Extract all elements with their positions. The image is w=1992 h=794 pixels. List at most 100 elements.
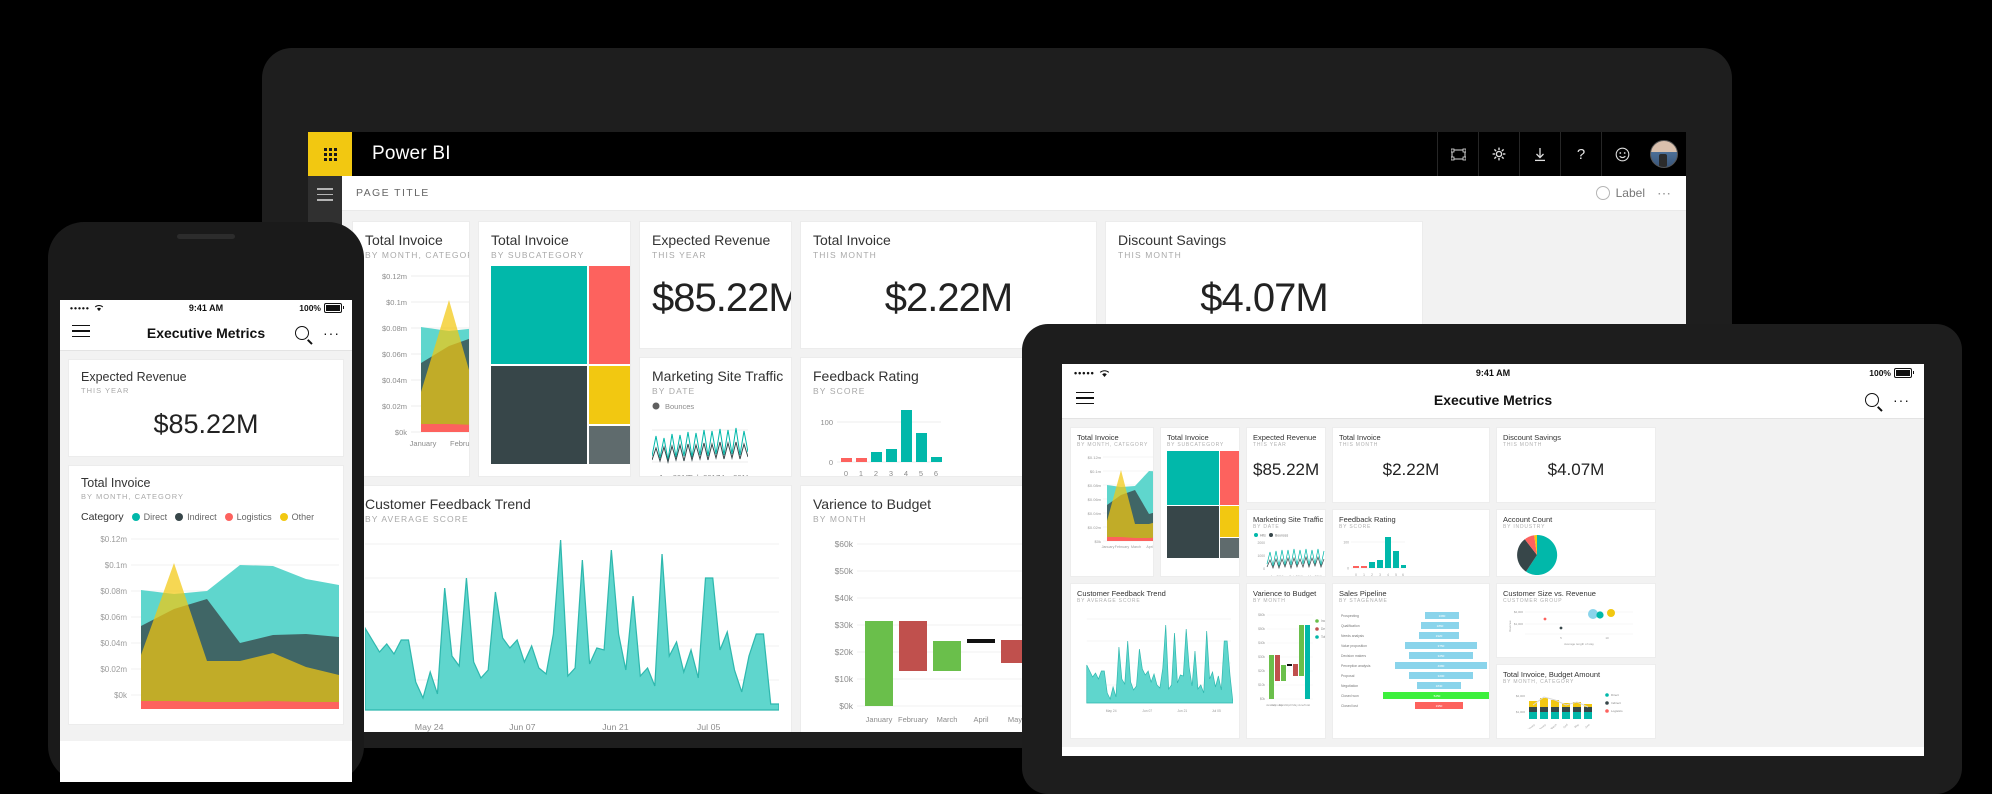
pie-chart [1517,534,1558,575]
tile-total-invoice-budget-amount[interactable]: Total Invoice, Budget Amount BY MONTH, C… [1496,664,1656,739]
svg-text:$0k: $0k [395,428,407,437]
tile-title: Customer Size vs. Revenue [1503,589,1596,598]
wifi-icon [94,305,104,312]
tile-total-invoice-area[interactable]: Total Invoice BY MONTH, CATEGORY $0.12m $… [352,221,470,477]
app-launcher-icon[interactable] [308,132,352,176]
svg-text:Bounces: Bounces [1275,534,1288,538]
download-icon[interactable] [1519,132,1560,176]
kpi-value: $2.22M [1382,460,1440,479]
svg-text:$0.06m: $0.06m [382,350,407,359]
svg-text:$0.1m: $0.1m [1090,469,1102,474]
tile-total-invoice-area[interactable]: Total Invoice BY MONTH, CATEGORY Categor… [68,465,344,725]
svg-text:Jun 07: Jun 07 [1142,709,1152,713]
tile-total-invoice-area[interactable]: Total Invoice BY MONTH, CATEGORY $0.12m $… [1070,427,1154,577]
settings-gear-icon[interactable] [1478,132,1519,176]
tile-expected-revenue[interactable]: Expected Revenue THIS YEAR $85.22M [1246,427,1326,503]
tile-title: Total Invoice [813,232,891,248]
line-chart: Hits Bounces 2000 1000 0 Jan 2016 Feb 2016 M… [1254,533,1325,577]
svg-text:April: April [973,715,988,724]
svg-text:0: 0 [844,469,848,477]
kpi-value: $85.22M [1253,460,1320,479]
svg-text:2: 2 [874,469,878,477]
tile-marketing-site-traffic[interactable]: Marketing Site Traffic BY DATE Bounces J… [639,357,792,477]
legend-item-direct[interactable]: Direct [131,512,167,522]
svg-text:3200: 3200 [1438,674,1445,678]
signal-dots-icon: ••••• [70,303,90,313]
tile-marketing-site-traffic[interactable]: Marketing Site Traffic BY DATE Hits Boun… [1246,509,1326,577]
tile-expected-revenue[interactable]: Expected Revenue THIS YEAR $85.22M [68,359,344,457]
svg-text:100: 100 [820,418,833,427]
more-options-icon[interactable]: ··· [1893,392,1910,408]
tile-subtitle: CUSTOMER GROUP [1503,598,1563,604]
tile-subtitle: BY MONTH, CATEGORY [1503,679,1575,685]
tile-expected-revenue[interactable]: Expected Revenue THIS YEAR $85.22M [639,221,792,349]
tile-customer-feedback-trend[interactable]: Customer Feedback Trend BY AVERAGE SCORE… [352,485,792,732]
tile-total-invoice-month[interactable]: Total Invoice THIS MONTH $2.22M [1332,427,1490,503]
svg-text:Value proposition: Value proposition [1341,644,1367,648]
tile-title: Total Invoice [491,232,569,248]
svg-text:6: 6 [934,469,938,477]
svg-text:Jul 05: Jul 05 [1212,709,1221,713]
tablet-right-column: Customer Size vs. Revenue CUSTOMER GROUP… [1496,583,1656,739]
svg-text:February: February [450,439,470,448]
tile-title: Discount Savings [1503,433,1561,442]
tile-title: Feedback Rating [1339,515,1396,524]
label-toggle[interactable]: Label [1595,186,1645,200]
tile-customer-size-vs-revenue[interactable]: Customer Size vs. Revenue CUSTOMER GROUP… [1496,583,1656,658]
tile-account-count[interactable]: Account Count BY INDUSTRY [1496,509,1656,577]
phone-navbar: Executive Metrics ··· [60,316,352,351]
stacked-bar-chart: $2,000$1,000 January February March Apri… [1516,693,1623,732]
svg-text:Hits: Hits [1260,534,1266,538]
tile-title: Total Invoice [1339,433,1381,442]
svg-text:1: 1 [859,469,863,477]
svg-text:Prospecting: Prospecting [1341,614,1359,618]
tile-sales-pipeline[interactable]: Sales Pipeline BY STAGENAME Prospecting Q… [1332,583,1490,739]
svg-text:Increase: Increase [1321,619,1326,623]
tile-subtitle: THIS MONTH [1503,442,1543,448]
svg-text:March: March [937,715,958,724]
tile-discount-savings[interactable]: Discount Savings THIS MONTH $4.07M [1496,427,1656,503]
phone-powerbi-screen: ••••• 9:41 AM 100% Executive Metrics ···… [60,300,352,782]
svg-text:$50k: $50k [835,566,854,576]
tile-customer-feedback-trend[interactable]: Customer Feedback Trend BY AVERAGE SCORE… [1070,583,1240,739]
svg-text:100: 100 [1343,541,1349,545]
svg-text:$0.1m: $0.1m [386,298,407,307]
svg-text:$0.02m: $0.02m [382,402,407,411]
powerbi-brand-title: Power BI [372,143,451,164]
phone-tile-list: Expected Revenue THIS YEAR $85.22M Total… [60,351,352,741]
svg-text:$50k: $50k [1258,627,1265,631]
fullscreen-icon[interactable] [1437,132,1478,176]
svg-text:1950: 1950 [1436,704,1443,708]
svg-text:5: 5 [1395,573,1397,577]
svg-text:$30k: $30k [1258,655,1265,659]
tile-subtitle: BY AVERAGE SCORE [365,514,469,524]
svg-text:March: March [1131,545,1141,549]
svg-text:0: 0 [829,458,833,467]
trend-area-chart: May 24 Jun 07 Jun 21 Jul 05 [364,539,780,732]
tile-subtitle: BY SUBCATEGORY [491,250,585,260]
battery-icon [324,303,344,313]
battery-percent: 100% [1869,368,1891,378]
hamburger-icon[interactable] [72,324,90,342]
status-time: 9:41 AM [1475,368,1511,378]
search-icon[interactable] [295,326,309,340]
search-icon[interactable] [1865,393,1879,407]
legend-item-logistics[interactable]: Logistics [224,512,272,522]
help-icon[interactable]: ? [1560,132,1601,176]
svg-text:$0.1m: $0.1m [105,561,128,570]
svg-text:Revenue: Revenue [1508,620,1512,632]
tile-feedback-rating[interactable]: Feedback Rating BY SCORE 100 0 0 1 2 3 4 5 6 [1332,509,1490,577]
tile-total-invoice-treemap[interactable]: Total Invoice BY SUBCATEGORY Hardware [478,221,631,477]
hamburger-icon[interactable] [1076,391,1094,409]
feedback-smiley-icon[interactable] [1601,132,1642,176]
svg-text:$0.04m: $0.04m [1088,511,1102,516]
svg-text:Mar 2016: Mar 2016 [1308,575,1322,577]
tile-total-invoice-treemap[interactable]: Total Invoice BY SUBCATEGORY Hardware In… [1160,427,1240,577]
tile-variance-to-budget[interactable]: Varience to Budget BY MONTH $60k $50k $40k… [1246,583,1326,739]
svg-text:1000: 1000 [1257,554,1265,558]
user-avatar[interactable] [1650,140,1678,168]
legend-item-indirect[interactable]: Indirect [175,512,217,522]
more-options-icon[interactable]: ⋯ [1657,185,1672,202]
legend-item-other[interactable]: Other [279,512,314,522]
more-options-icon[interactable]: ··· [323,325,340,341]
